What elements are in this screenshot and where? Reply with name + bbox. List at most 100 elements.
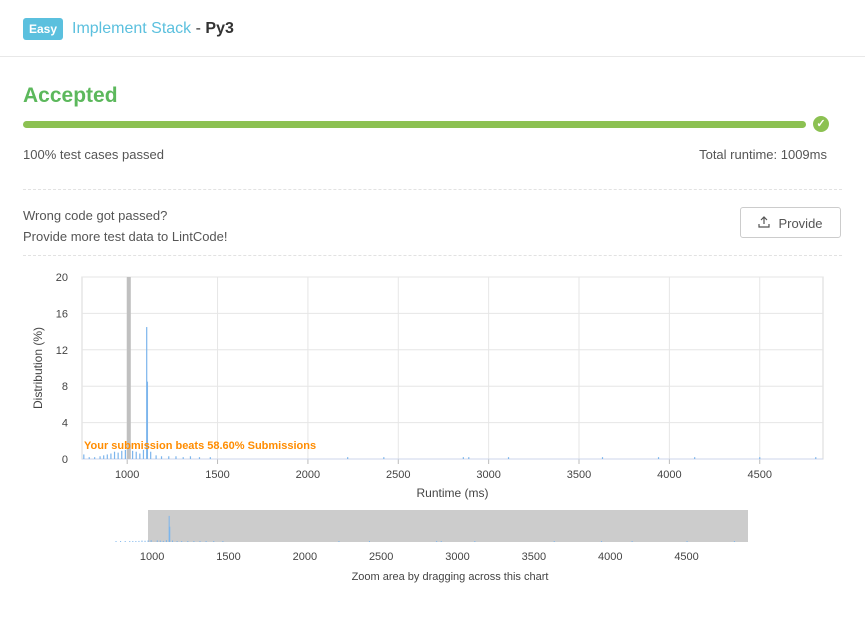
navigator-bar	[205, 541, 207, 542]
page-header: Easy Implement Stack - Py3	[0, 0, 865, 57]
beats-annotation: Your submission beats 58.60% Submissions	[84, 440, 316, 452]
navigator-bar	[436, 541, 438, 542]
test-cases-passed: 100% test cases passed	[23, 147, 164, 162]
y-axis-title: Distribution (%)	[31, 327, 45, 409]
y-tick-label: 16	[56, 308, 68, 320]
distribution-bar	[815, 457, 817, 459]
distribution-bar	[155, 455, 157, 459]
distribution-bar	[121, 450, 123, 459]
distribution-bar	[383, 457, 385, 459]
distribution-bar	[135, 451, 137, 459]
navigator-tick-label: 2500	[369, 551, 393, 563]
navigator-bar	[181, 541, 183, 542]
distribution-bar	[113, 451, 116, 459]
navigator-bar	[368, 541, 370, 542]
feedback-text: Wrong code got passed? Provide more test…	[23, 205, 228, 247]
distribution-bar	[94, 457, 96, 459]
navigator-bar	[187, 541, 189, 542]
navigator-bar	[132, 541, 134, 542]
feedback-question: Wrong code got passed?	[23, 208, 168, 223]
navigator-bar	[199, 541, 201, 542]
navigator-caption: Zoom area by dragging across this chart	[352, 571, 549, 583]
problem-title: Implement Stack - Py3	[72, 18, 234, 40]
navigator-tick-label: 1000	[140, 551, 164, 563]
x-tick-label: 3000	[476, 469, 500, 481]
language-label: Py3	[205, 20, 234, 37]
zoom-navigator-chart[interactable]: 1000 1500 2000 2500 3000 3500 4000 4500 Zoom are…	[0, 505, 865, 590]
distribution-bar	[175, 456, 177, 459]
navigator-bar	[440, 541, 442, 542]
divider	[23, 255, 842, 256]
x-tick-label: 2500	[386, 469, 410, 481]
navigator-bar	[686, 541, 688, 542]
distribution-bar	[347, 457, 349, 459]
distribution-bar	[99, 456, 101, 459]
navigator-bar	[150, 540, 152, 542]
distribution-bar	[103, 455, 105, 459]
navigator-bar	[162, 540, 164, 542]
runtime-distribution-chart[interactable]: 0 4 8 12 16 20 1000 1500 2000 2500 3000 3500 4000 450…	[0, 265, 865, 505]
navigator-bar	[474, 541, 476, 542]
navigator-bar	[553, 541, 555, 542]
distribution-bar	[182, 457, 184, 459]
navigator-bar	[193, 541, 195, 542]
navigator-tick-label: 2000	[293, 551, 317, 563]
x-tick-label: 4500	[748, 469, 772, 481]
distribution-bar	[117, 452, 119, 459]
title-separator: -	[195, 20, 201, 37]
distribution-bar	[198, 457, 201, 459]
problem-title-link[interactable]: Implement Stack	[72, 20, 191, 37]
y-tick-label: 8	[62, 381, 68, 393]
upload-icon	[758, 208, 771, 239]
navigator-selection	[148, 510, 748, 542]
distribution-bar	[88, 457, 90, 459]
navigator-tick-label: 3000	[445, 551, 469, 563]
navigator-bar	[135, 541, 137, 542]
distribution-bar	[601, 457, 604, 459]
navigator-bar	[169, 526, 171, 542]
distribution-bar	[507, 457, 510, 459]
distribution-bar	[83, 454, 85, 459]
difficulty-badge: Easy	[23, 18, 63, 40]
navigator-bar	[601, 541, 603, 542]
distribution-bar	[694, 457, 696, 459]
navigator-bar	[176, 541, 178, 542]
provide-label: Provide	[778, 216, 823, 231]
navigator-tick-label: 3500	[522, 551, 546, 563]
navigator-bar	[172, 540, 174, 542]
y-tick-label: 20	[56, 272, 68, 284]
divider	[23, 189, 842, 190]
distribution-bar	[209, 457, 211, 459]
distribution-bar	[110, 453, 112, 459]
x-tick-label: 3500	[567, 469, 591, 481]
feedback-prompt: Provide more test data to LintCode!	[23, 229, 228, 244]
x-tick-label: 4000	[657, 469, 681, 481]
provide-button[interactable]: Provide	[740, 207, 841, 238]
y-tick-label: 12	[56, 345, 68, 357]
navigator-bar	[156, 540, 158, 542]
distribution-bar	[150, 451, 152, 459]
navigator-bar	[147, 540, 149, 542]
distribution-bar	[132, 450, 134, 459]
navigator-bar	[115, 541, 117, 542]
distribution-bar	[160, 456, 163, 459]
distribution-bar	[759, 457, 761, 459]
navigator-bar	[165, 540, 167, 542]
distribution-bar	[468, 457, 470, 459]
y-tick-label: 0	[62, 454, 68, 466]
x-tick-label: 1000	[115, 469, 139, 481]
distribution-bar	[657, 457, 660, 459]
navigator-bar	[631, 541, 633, 542]
x-tick-label: 2000	[296, 469, 320, 481]
x-tick-label: 1500	[205, 469, 229, 481]
distribution-bar	[189, 456, 192, 459]
navigator-bar	[338, 541, 340, 542]
y-tick-label: 4	[62, 418, 68, 430]
distribution-bar	[462, 457, 464, 459]
navigator-tick-label: 1500	[216, 551, 240, 563]
navigator-bar	[159, 540, 161, 542]
distribution-bar	[139, 453, 141, 459]
navigator-bar	[141, 540, 143, 542]
navigator-bar	[129, 541, 131, 542]
navigator-bar	[124, 541, 126, 542]
